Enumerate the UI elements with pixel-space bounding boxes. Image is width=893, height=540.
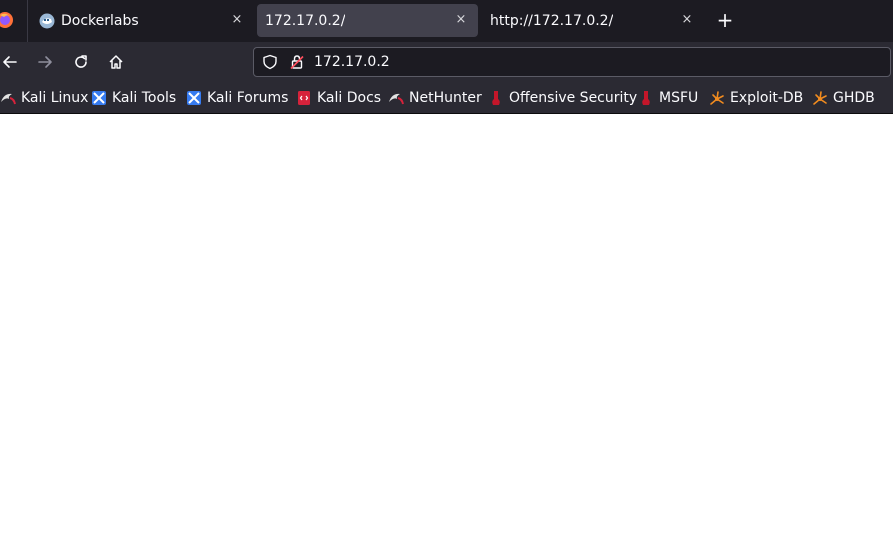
- close-icon[interactable]: ×: [229, 12, 245, 28]
- bookmark-label: Kali Forums: [207, 90, 289, 106]
- bookmark-kali-docs[interactable]: Kali Docs: [296, 87, 381, 109]
- bookmark-label: Kali Linux: [21, 90, 89, 106]
- tab-label: http://172.17.0.2/: [490, 12, 614, 29]
- bookmark-offensive-security[interactable]: Offensive Security: [488, 87, 637, 109]
- tab-separator: [27, 0, 28, 42]
- bookmark-label: NetHunter: [409, 90, 482, 106]
- bookmark-msfu[interactable]: MSFU: [638, 87, 698, 109]
- bookmark-kali-tools[interactable]: Kali Tools: [91, 87, 176, 109]
- exploit-db-icon: [710, 91, 724, 105]
- tab-label: Dockerlabs: [61, 12, 139, 29]
- url-bar[interactable]: 172.17.0.2: [253, 47, 891, 77]
- back-button[interactable]: [0, 52, 20, 72]
- bookmark-label: GHDB: [833, 90, 875, 106]
- forward-button[interactable]: [35, 52, 55, 72]
- nethunter-icon: [389, 93, 404, 105]
- home-icon: [109, 55, 123, 69]
- url-input[interactable]: 172.17.0.2: [314, 54, 390, 70]
- reload-button[interactable]: [71, 52, 91, 72]
- tracking-protection-shield-icon[interactable]: [262, 54, 278, 70]
- kali-forums-icon: [187, 91, 201, 105]
- tab-dockerlabs[interactable]: Dockerlabs ×: [32, 4, 254, 37]
- back-arrow-icon: [3, 56, 17, 68]
- home-button[interactable]: [106, 52, 126, 72]
- bookmark-label: Kali Tools: [112, 90, 177, 106]
- tab-strip: Dockerlabs × 172.17.0.2/ × http://172.17…: [0, 0, 893, 42]
- firefox-menu-icon[interactable]: [0, 11, 14, 29]
- forward-arrow-icon: [38, 56, 52, 68]
- bookmark-kali-forums[interactable]: Kali Forums: [186, 87, 288, 109]
- reload-icon: [75, 55, 87, 68]
- new-tab-button[interactable]: +: [715, 10, 735, 30]
- bookmark-kali-linux[interactable]: Kali Linux: [0, 87, 88, 109]
- bookmark-ghdb[interactable]: GHDB: [812, 87, 875, 109]
- close-icon[interactable]: ×: [453, 12, 469, 28]
- tab-label: 172.17.0.2/: [265, 12, 346, 29]
- bookmark-label: Offensive Security: [509, 90, 638, 106]
- dockerlabs-favicon-icon: [39, 13, 55, 28]
- kali-dragon-icon: [1, 93, 16, 105]
- tab-http-page[interactable]: http://172.17.0.2/ ×: [482, 4, 704, 37]
- bookmark-label: MSFU: [659, 90, 699, 106]
- ghdb-icon: [813, 91, 827, 105]
- msfu-icon: [642, 91, 650, 105]
- bookmark-nethunter[interactable]: NetHunter: [388, 87, 482, 109]
- bookmark-label: Exploit-DB: [730, 90, 804, 106]
- offsec-icon: [492, 91, 500, 105]
- browser-chrome: Dockerlabs × 172.17.0.2/ × http://172.17…: [0, 0, 893, 114]
- close-icon[interactable]: ×: [679, 12, 695, 28]
- tab-active-page[interactable]: 172.17.0.2/ ×: [257, 4, 478, 37]
- bookmark-label: Kali Docs: [317, 90, 382, 106]
- kali-docs-icon: [298, 91, 310, 105]
- page-content: [0, 114, 893, 540]
- insecure-lock-icon[interactable]: [289, 54, 305, 70]
- bookmark-exploit-db[interactable]: Exploit-DB: [709, 87, 803, 109]
- kali-tools-icon: [92, 91, 106, 105]
